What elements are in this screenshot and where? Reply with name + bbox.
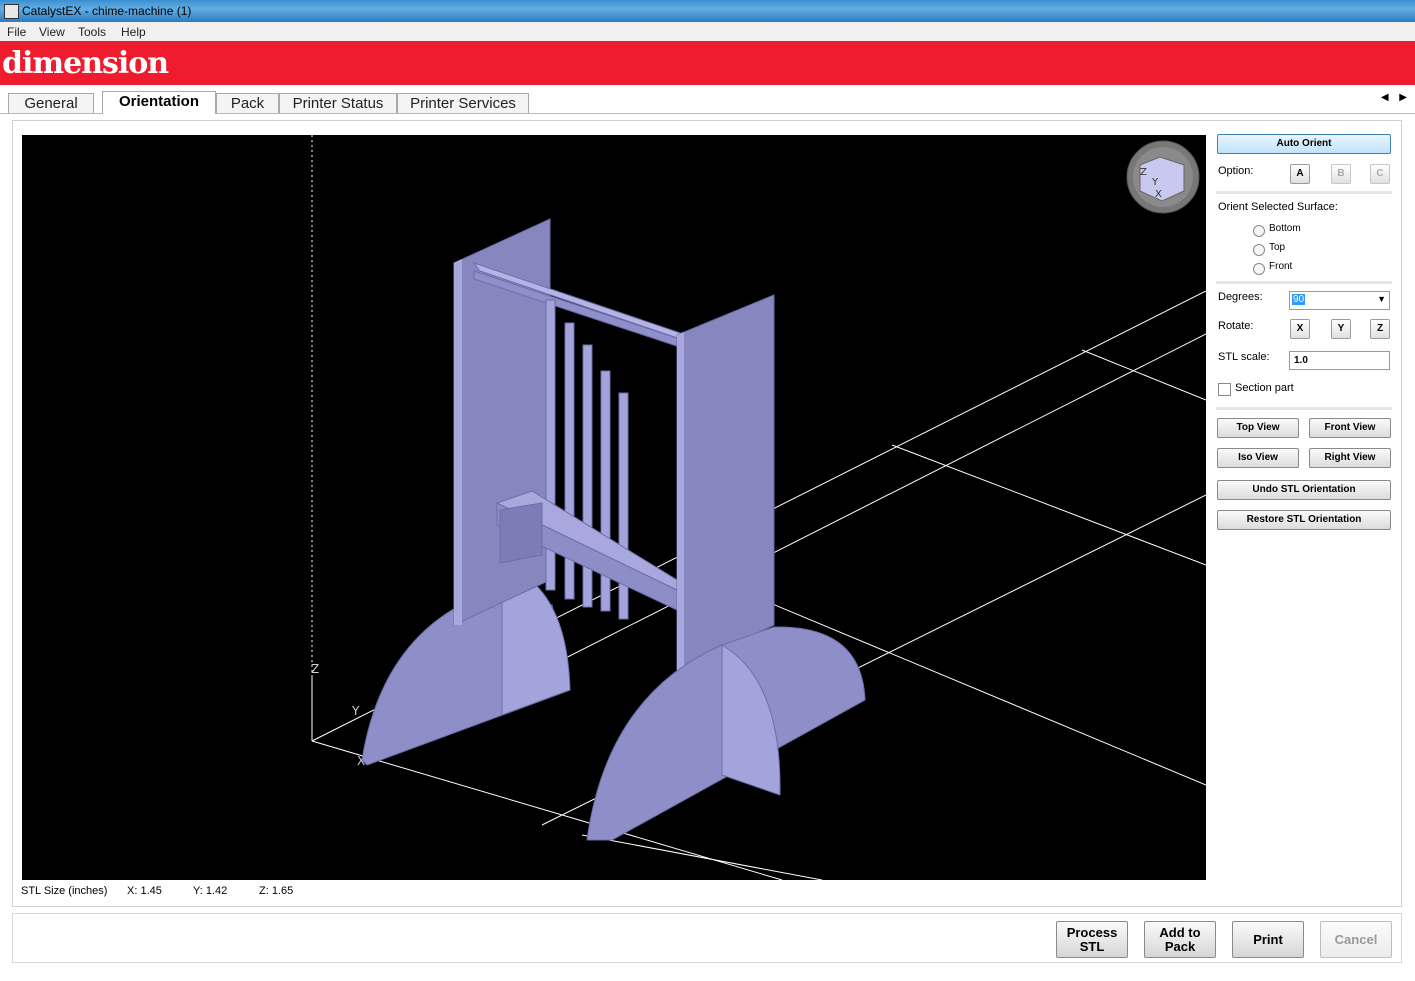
auto-orient-button[interactable]: Auto Orient bbox=[1217, 134, 1391, 154]
rotate-z-button[interactable]: Z bbox=[1370, 319, 1390, 339]
stl-scale-label: STL scale: bbox=[1218, 351, 1270, 363]
right-view-button[interactable]: Right View bbox=[1309, 448, 1391, 468]
tab-general[interactable]: General bbox=[8, 93, 94, 113]
rotate-y-button[interactable]: Y bbox=[1331, 319, 1351, 339]
section-part-checkbox[interactable] bbox=[1218, 383, 1231, 396]
option-b-button[interactable]: B bbox=[1331, 164, 1351, 184]
section-part-label: Section part bbox=[1235, 382, 1294, 394]
surface-bottom-label: Bottom bbox=[1269, 223, 1301, 234]
option-c-button[interactable]: C bbox=[1370, 164, 1390, 184]
option-label: Option: bbox=[1218, 165, 1254, 177]
surface-top-radio[interactable] bbox=[1253, 244, 1265, 256]
top-view-button[interactable]: Top View bbox=[1217, 418, 1299, 438]
view-cube-z-label: Z bbox=[1140, 167, 1147, 178]
chime-machine-model[interactable] bbox=[361, 218, 866, 841]
tab-scroll-right-icon[interactable]: ▶ bbox=[1399, 92, 1407, 103]
tab-strip: General Orientation Pack Printer Status … bbox=[0, 85, 1415, 114]
option-a-button[interactable]: A bbox=[1290, 164, 1310, 184]
menu-file[interactable]: File bbox=[7, 25, 26, 39]
print-button[interactable]: Print bbox=[1232, 921, 1304, 958]
restore-stl-orientation-button[interactable]: Restore STL Orientation bbox=[1217, 510, 1391, 530]
process-stl-line2: STL bbox=[1079, 938, 1105, 954]
view-cube-x-label: X bbox=[1155, 189, 1162, 200]
rotate-x-button[interactable]: X bbox=[1290, 319, 1310, 339]
degrees-value: 90 bbox=[1292, 294, 1306, 305]
process-stl-button[interactable]: Process STL bbox=[1056, 921, 1128, 958]
menu-view[interactable]: View bbox=[39, 25, 65, 39]
cancel-button[interactable]: Cancel bbox=[1320, 921, 1392, 958]
surface-top-label: Top bbox=[1269, 242, 1286, 253]
tab-scroll-left-icon[interactable]: ◀ bbox=[1381, 92, 1389, 103]
tab-orientation[interactable]: Orientation bbox=[102, 91, 216, 114]
divider bbox=[1216, 191, 1392, 194]
orient-surface-label: Orient Selected Surface: bbox=[1218, 201, 1338, 213]
tab-scroll-arrows[interactable]: ◀ ▶ bbox=[1381, 92, 1407, 103]
degrees-label: Degrees: bbox=[1218, 291, 1263, 303]
surface-front-radio[interactable] bbox=[1253, 263, 1265, 275]
menu-bar: File View Tools Help bbox=[0, 22, 1415, 41]
brand-bar: dimension bbox=[0, 41, 1415, 85]
front-view-button[interactable]: Front View bbox=[1309, 418, 1391, 438]
undo-stl-orientation-button[interactable]: Undo STL Orientation bbox=[1217, 480, 1391, 500]
add-to-pack-line1: Add to bbox=[1159, 924, 1201, 940]
menu-tools[interactable]: Tools bbox=[78, 25, 106, 39]
stl-size-label: STL Size (inches) bbox=[21, 885, 108, 897]
stl-size-z: Z: 1.65 bbox=[259, 885, 294, 897]
process-stl-line1: Process bbox=[1066, 924, 1118, 940]
view-cube-icon[interactable]: Z Y X bbox=[1126, 140, 1200, 214]
axis-z-label: Z bbox=[311, 662, 319, 676]
degrees-dropdown[interactable]: 90 ▼ bbox=[1289, 291, 1390, 310]
iso-view-button[interactable]: Iso View bbox=[1217, 448, 1299, 468]
tab-pack[interactable]: Pack bbox=[216, 93, 279, 113]
3d-viewport[interactable]: Z Y X Z Y X bbox=[22, 135, 1206, 880]
tab-printer-services[interactable]: Printer Services bbox=[397, 93, 529, 113]
divider bbox=[1216, 407, 1392, 410]
model-render: Z Y X Z Y X bbox=[311, 135, 1206, 880]
stl-size-x: X: 1.45 bbox=[127, 885, 162, 897]
title-bar: CatalystEX - chime-machine (1) bbox=[0, 0, 1415, 22]
menu-help[interactable]: Help bbox=[121, 25, 146, 39]
surface-front-label: Front bbox=[1269, 261, 1293, 272]
stl-size-y: Y: 1.42 bbox=[193, 885, 228, 897]
chevron-down-icon[interactable]: ▼ bbox=[1377, 294, 1386, 304]
stl-scale-input[interactable]: 1.0 bbox=[1289, 351, 1390, 370]
stl-scale-value: 1.0 bbox=[1294, 355, 1308, 366]
add-to-pack-button[interactable]: Add to Pack bbox=[1144, 921, 1216, 958]
window-title: CatalystEX - chime-machine (1) bbox=[22, 4, 192, 18]
view-cube-y-label: Y bbox=[1151, 177, 1159, 188]
app-icon bbox=[4, 4, 19, 19]
surface-bottom-radio[interactable] bbox=[1253, 225, 1265, 237]
axis-y-label: Y bbox=[351, 704, 360, 718]
dimension-logo: dimension bbox=[2, 46, 169, 81]
rotate-label: Rotate: bbox=[1218, 320, 1254, 332]
divider bbox=[1216, 281, 1392, 284]
tab-printer-status[interactable]: Printer Status bbox=[279, 93, 397, 113]
add-to-pack-line2: Pack bbox=[1164, 938, 1196, 954]
